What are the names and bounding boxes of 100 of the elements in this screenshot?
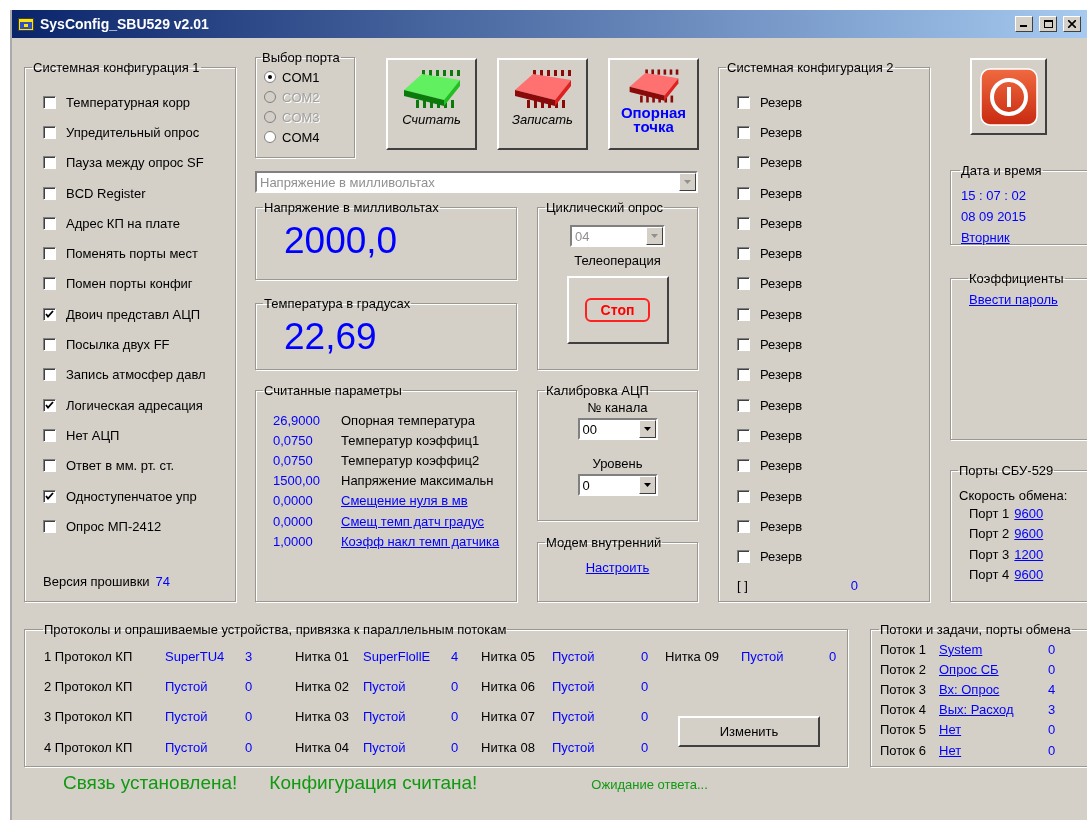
channel-dropdown[interactable]: 00	[577, 418, 658, 440]
action-button[interactable]: Считать	[386, 58, 477, 150]
checkbox-label: Резерв	[760, 306, 803, 322]
action-button[interactable]: Записать	[497, 58, 588, 150]
thread-count: 4	[451, 648, 460, 664]
checkbox-label: Резерв	[760, 367, 803, 383]
checkbox-label: Пауза между опрос SF	[66, 155, 204, 171]
checkbox-label: Резерв	[760, 488, 803, 504]
checkbox-label: Опрос МП-2412	[66, 518, 162, 534]
checkbox-label: Резерв	[760, 518, 803, 534]
parameter-value: 0,0000	[273, 493, 314, 509]
baud-rate-link[interactable]: 9600	[1014, 566, 1044, 588]
stream-task-link[interactable]: Опрос СБ	[939, 661, 999, 677]
bracket-label: [ ]	[737, 577, 748, 593]
checkbox-label: Нет АЦП	[66, 427, 120, 443]
checkbox-label: Логическая адресация	[66, 397, 203, 413]
checkbox-label: Резерв	[760, 246, 803, 262]
checkbox-label: Резерв	[760, 549, 803, 565]
parameter-link[interactable]: Коэфф накл темп датчика	[341, 533, 500, 549]
thread-device: Пустой	[552, 739, 596, 755]
thread-count: 0	[451, 678, 460, 694]
stream-count: 0	[1048, 641, 1056, 657]
port-label: Порт 3	[969, 546, 1010, 564]
thread-label: Нитка 05	[481, 648, 536, 664]
channel-label: № канала	[587, 400, 648, 415]
checkbox-label: Двоич представл АЦП	[66, 306, 201, 322]
stream-task-link[interactable]: Нет	[939, 742, 962, 758]
checkbox-label: Посылка двух FF	[66, 337, 170, 352]
teleoperation-label: Телеоперация	[574, 253, 661, 268]
thread-label: Нитка 07	[481, 709, 536, 725]
protocol-label: 2 Протокол КП	[44, 678, 134, 694]
change-button[interactable]: Изменить	[678, 716, 820, 748]
group-title: Выбор порта	[261, 50, 341, 65]
thread-device: Пустой	[363, 709, 407, 725]
firmware-label: Версия прошивки	[43, 574, 150, 590]
group-title: Напряжение в милливольтах	[263, 200, 440, 215]
thread-count: 0	[641, 648, 650, 664]
protocol-count: 3	[245, 648, 254, 664]
group-title: Модем внутренний	[545, 535, 663, 550]
parameter-label: Температур коэффиц1	[341, 432, 480, 448]
date-value: 08 09 2015	[961, 208, 1028, 226]
parameter-value: 0,0000	[273, 513, 314, 529]
checkbox-label: Помен порты конфиг	[66, 276, 193, 292]
checkbox-label: Запись атмосфер давл	[66, 367, 206, 383]
weekday-link[interactable]: Вторник	[961, 230, 1010, 245]
level-label: Уровень	[592, 456, 643, 471]
stream-task-link[interactable]: Нет	[939, 722, 962, 738]
group-title: Системная конфигурация 2	[726, 60, 895, 75]
checkbox-label: BCD Register	[66, 185, 146, 201]
thread-device: Пустой	[552, 678, 596, 694]
checkbox-label: Резерв	[760, 155, 803, 171]
group-title: Системная конфигурация 1	[32, 60, 201, 75]
parameter-value: 0,0750	[273, 452, 314, 468]
thread-device: Пустой	[363, 678, 407, 694]
parameter-link[interactable]: Смещ темп датч градус	[341, 513, 484, 529]
baud-rate-link[interactable]: 1200	[1014, 546, 1044, 567]
stream-task-link[interactable]: System	[939, 641, 983, 657]
protocol-count: 0	[245, 709, 254, 725]
password-link[interactable]: Ввести пароль	[969, 292, 1058, 307]
thread-device: Пустой	[363, 739, 407, 755]
parameter-label: Опорная температура	[341, 412, 475, 428]
baud-rate-link[interactable]: 9600	[1014, 526, 1044, 547]
parameter-value: 0,0750	[273, 432, 314, 448]
action-button[interactable]: Опорная точка	[608, 58, 699, 150]
checkbox-label: Резерв	[760, 276, 803, 292]
protocol-name: SuperTU4	[165, 648, 226, 664]
port-label: Порт 4	[969, 566, 1010, 584]
thread-device: Пустой	[552, 709, 596, 725]
protocol-count: 0	[245, 678, 254, 694]
stream-count: 4	[1048, 681, 1056, 697]
checkbox-label: Резерв	[760, 94, 803, 110]
setup-link[interactable]: Настроить	[585, 560, 650, 575]
parameter-label: Температур коэффиц2	[341, 452, 480, 468]
thread-count: 0	[641, 739, 650, 755]
thread-device: Пустой	[552, 648, 596, 664]
temperature-reading: 22,69	[283, 315, 378, 357]
radio-label: COM1	[282, 69, 320, 85]
stream-task-link[interactable]: Вых: Расход	[939, 702, 1014, 718]
group-title: Температура в градусах	[263, 296, 412, 311]
thread-label: Нитка 08	[481, 739, 536, 755]
protocol-name: Пустой	[165, 709, 209, 725]
stream-label: Поток 3	[880, 681, 927, 697]
checkbox-label: Ответ в мм. рт. ст.	[66, 458, 175, 474]
baud-rate-link[interactable]: 9600	[1014, 506, 1044, 527]
thread-label: Нитка 01	[295, 648, 350, 664]
thread-count: 0	[829, 648, 838, 664]
checkbox-label: Адрес КП на плате	[66, 215, 180, 231]
voltage-reading: 2000,0	[283, 219, 399, 261]
firmware-version: 74	[155, 574, 171, 590]
thread-label: Нитка 09	[665, 648, 720, 664]
protocol-name: Пустой	[165, 739, 209, 755]
stream-count: 0	[1048, 722, 1056, 738]
stream-count: 3	[1048, 702, 1056, 718]
stream-label: Поток 6	[880, 742, 927, 758]
status-message: Ожидание ответа...	[591, 777, 708, 792]
stream-task-link[interactable]: Вх: Опрос	[939, 681, 1000, 697]
level-dropdown[interactable]: 0	[577, 474, 658, 496]
parameter-link[interactable]: Смещение нуля в мв	[341, 493, 468, 509]
stream-label: Поток 5	[880, 722, 927, 738]
speed-label: Скорость обмена:	[959, 487, 1069, 505]
